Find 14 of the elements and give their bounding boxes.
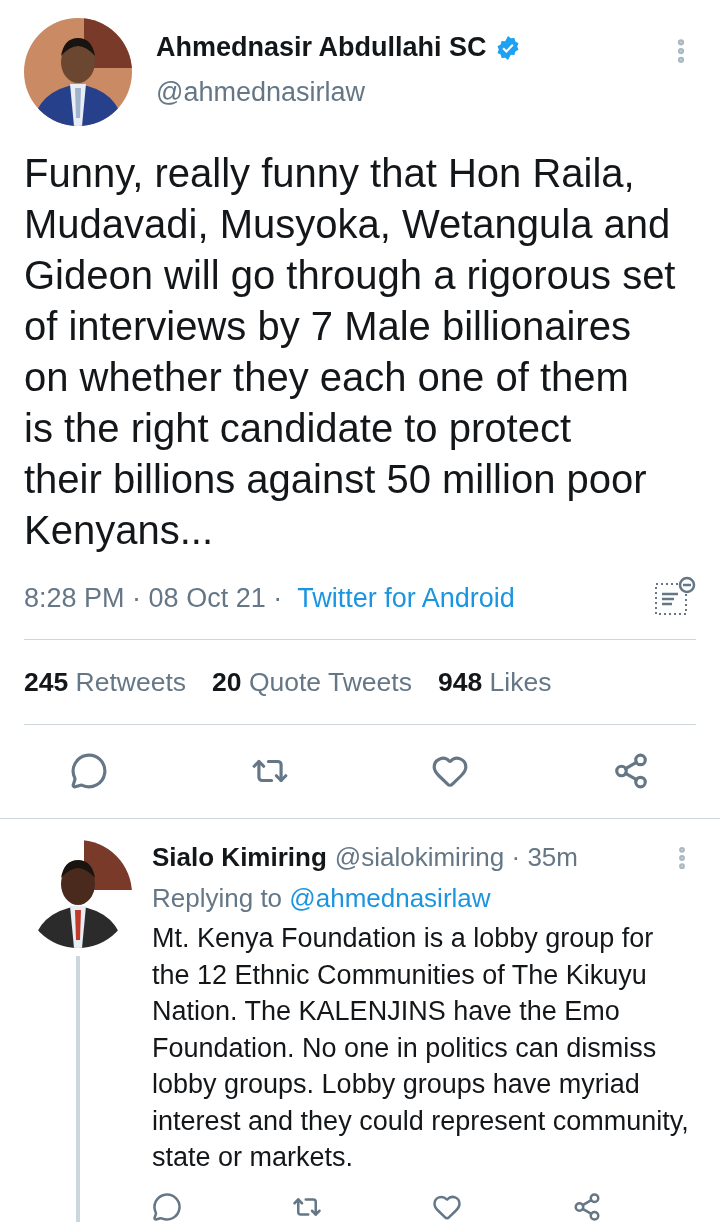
tweet-text: Funny, really funny that Hon Raila, Mudavadi, Musyoka, Wetangula and Gideon will go through a rigorous set of interviews by 7 Male billionaires on whether they each one of them is the right candidate to protect their billions against 50 million poor Kenyans... xyxy=(23,150,677,554)
engagement-stat[interactable]: 948 Likes xyxy=(437,666,552,698)
replying-to-text: Replying to @ahmednasirlaw xyxy=(152,883,492,915)
engagement-stat[interactable]: 20 Quote Tweets xyxy=(212,666,412,698)
author-handle[interactable]: @ahmednasirlaw xyxy=(156,77,642,108)
reply-button[interactable] xyxy=(70,752,108,791)
reply-text: Mt. Kenya Foundation is a lobby group for the 12 Ethnic Communities of The Kikuyu Nation. The KALENJINS have the Emo Foundation. No one in politics can dismiss lobby groups. Lobby groups have myriad interest and they could represent community, state or markets. xyxy=(152,922,690,1175)
share-icon[interactable] xyxy=(572,1192,602,1222)
author-name[interactable]: Ahmednasir Abdullahi SC xyxy=(156,32,487,63)
reply-icon[interactable] xyxy=(152,1192,182,1222)
tweet-timestamp: 8:28 PM · 08 Oct 21 · xyxy=(24,582,284,614)
engagement-stat[interactable]: 245 Retweets xyxy=(24,666,187,698)
reply-meta: @sialokimiring · 35m xyxy=(334,842,578,874)
reply-author-name[interactable]: Sialo Kimiring xyxy=(152,842,327,874)
